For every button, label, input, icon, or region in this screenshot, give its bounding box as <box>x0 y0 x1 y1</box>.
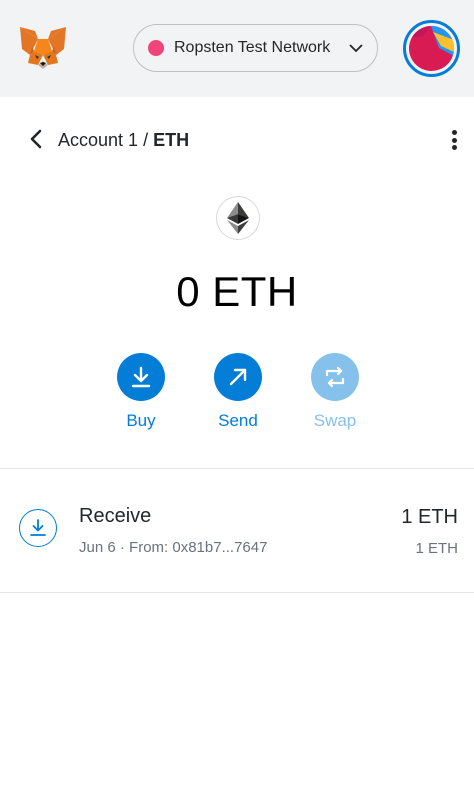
breadcrumb[interactable]: Account 1 / ETH <box>58 130 189 151</box>
arrow-up-right-icon <box>214 353 262 401</box>
download-icon <box>117 353 165 401</box>
network-status-dot <box>148 40 164 56</box>
swap-button[interactable]: Swap <box>305 353 365 431</box>
avatar <box>409 26 454 71</box>
subtitle-separator: · <box>115 539 130 556</box>
network-name: Ropsten Test Network <box>174 39 331 56</box>
transaction-title: Receive <box>79 505 152 527</box>
asset-navigation-bar: Account 1 / ETH <box>0 118 474 162</box>
swap-icon <box>311 353 359 401</box>
buy-label: Buy <box>126 411 156 430</box>
transaction-subtitle: Jun 6 · From: 0x81b7...7647 <box>79 539 267 556</box>
account-name: Account 1 <box>58 130 139 150</box>
metamask-fox-logo-icon[interactable] <box>18 25 68 71</box>
ethereum-icon <box>216 196 260 240</box>
chevron-down-icon <box>348 41 364 55</box>
send-button[interactable]: Send <box>208 353 268 431</box>
asset-balance: 0 ETH <box>176 268 298 315</box>
back-arrow-icon[interactable] <box>26 128 46 150</box>
app-header: Ropsten Test Network <box>0 0 474 97</box>
divider <box>0 592 474 593</box>
more-options-icon[interactable] <box>446 126 462 154</box>
breadcrumb-separator: / <box>138 130 154 150</box>
swap-label: Swap <box>313 411 357 430</box>
receive-icon <box>19 509 57 547</box>
transaction-from-address: From: 0x81b7...7647 <box>129 539 268 556</box>
transaction-list-item[interactable]: Receive Jun 6 · From: 0x81b7...7647 1 ET… <box>0 469 474 592</box>
asset-symbol: ETH <box>153 130 190 150</box>
buy-button[interactable]: Buy <box>111 353 171 431</box>
network-selector[interactable]: Ropsten Test Network <box>133 24 378 72</box>
send-label: Send <box>218 411 258 430</box>
transaction-amount: 1 ETH <box>401 506 458 528</box>
asset-actions: Buy Send Swap <box>0 353 474 433</box>
account-avatar-button[interactable] <box>403 20 460 77</box>
transaction-secondary-amount: 1 ETH <box>415 540 458 557</box>
transaction-date: Jun 6 <box>79 539 116 556</box>
